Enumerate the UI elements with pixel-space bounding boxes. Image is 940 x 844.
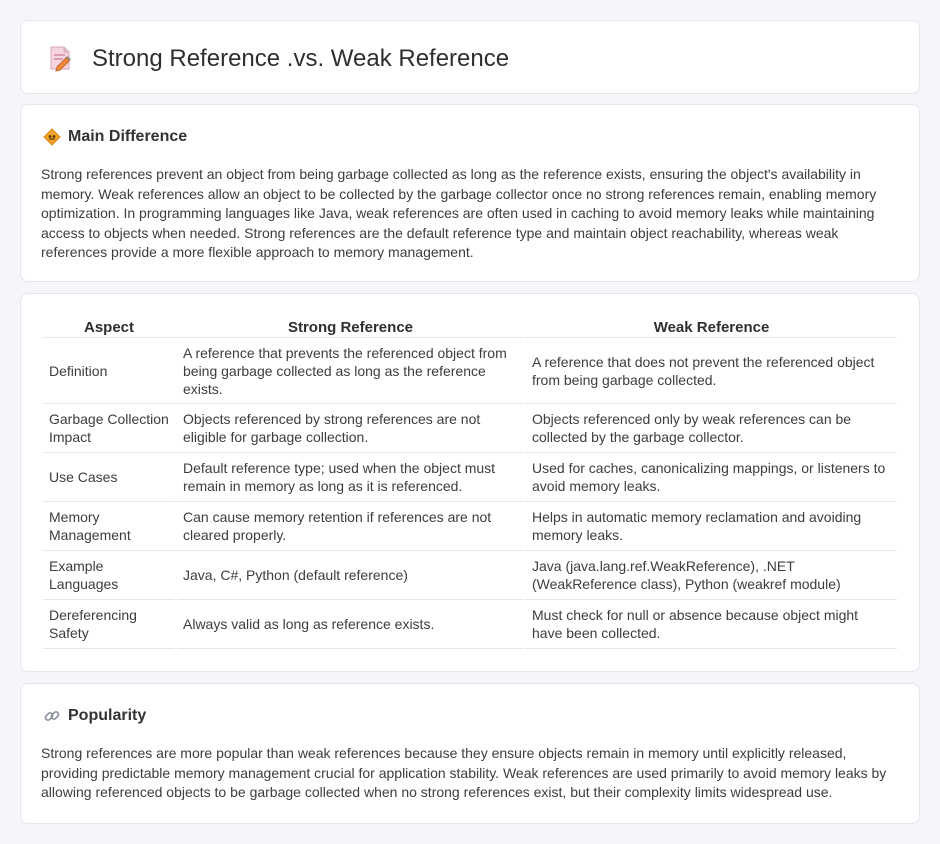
column-header-weak-reference: Weak Reference xyxy=(526,316,897,338)
popularity-text: Strong references are more popular than … xyxy=(41,745,887,801)
column-header-aspect: Aspect xyxy=(43,316,175,338)
table-cell-strong: A reference that prevents the referenced… xyxy=(177,338,524,404)
table-cell-strong: Always valid as long as reference exists… xyxy=(177,600,524,649)
popularity-section: Popularity Strong references are more po… xyxy=(20,683,920,824)
table-cell-weak: Used for caches, canonicalizing mappings… xyxy=(526,453,897,502)
main-difference-text: Strong references prevent an object from… xyxy=(41,166,877,261)
table-cell-weak: Java (java.lang.ref.WeakReference), .NET… xyxy=(526,551,897,600)
popularity-heading: Popularity xyxy=(68,707,147,724)
main-difference-header: Main Difference xyxy=(43,127,187,147)
comparison-table: Aspect Strong Reference Weak Reference D… xyxy=(41,316,899,649)
table-header-row: Aspect Strong Reference Weak Reference xyxy=(43,316,897,338)
table-cell-aspect: Memory Management xyxy=(43,502,175,551)
table-cell-strong: Default reference type; used when the ob… xyxy=(177,453,524,502)
main-difference-section: Main Difference Strong references preven… xyxy=(20,104,920,282)
table-cell-aspect: Example Languages xyxy=(43,551,175,600)
title-card: Strong Reference .vs. Weak Reference xyxy=(20,20,920,94)
table-row: Dereferencing Safety Always valid as lon… xyxy=(43,600,897,649)
comparison-section: Aspect Strong Reference Weak Reference D… xyxy=(20,293,920,672)
main-difference-heading: Main Difference xyxy=(68,128,188,145)
table-cell-aspect: Use Cases xyxy=(43,453,175,502)
table-cell-weak: Must check for null or absence because o… xyxy=(526,600,897,649)
table-cell-aspect: Definition xyxy=(43,338,175,404)
table-row: Garbage Collection Impact Objects refere… xyxy=(43,404,897,453)
column-header-strong-reference: Strong Reference xyxy=(177,316,524,338)
table-cell-strong: Objects referenced by strong references … xyxy=(177,404,524,453)
link-icon xyxy=(43,707,61,725)
table-cell-weak: Objects referenced only by weak referenc… xyxy=(526,404,897,453)
table-row: Definition A reference that prevents the… xyxy=(43,338,897,404)
table-row: Memory Management Can cause memory reten… xyxy=(43,502,897,551)
table-row: Use Cases Default reference type; used w… xyxy=(43,453,897,502)
table-cell-strong: Java, C#, Python (default reference) xyxy=(177,551,524,600)
table-cell-aspect: Garbage Collection Impact xyxy=(43,404,175,453)
table-cell-aspect: Dereferencing Safety xyxy=(43,600,175,649)
table-cell-weak: Helps in automatic memory reclamation an… xyxy=(526,502,897,551)
table-row: Example Languages Java, C#, Python (defa… xyxy=(43,551,897,600)
page-title: Strong Reference .vs. Weak Reference xyxy=(92,45,510,72)
popularity-header: Popularity xyxy=(43,706,146,726)
table-cell-strong: Can cause memory retention if references… xyxy=(177,502,524,551)
document-pencil-icon xyxy=(50,46,71,72)
diamond-sign-icon xyxy=(43,128,61,146)
table-cell-weak: A reference that does not prevent the re… xyxy=(526,338,897,404)
